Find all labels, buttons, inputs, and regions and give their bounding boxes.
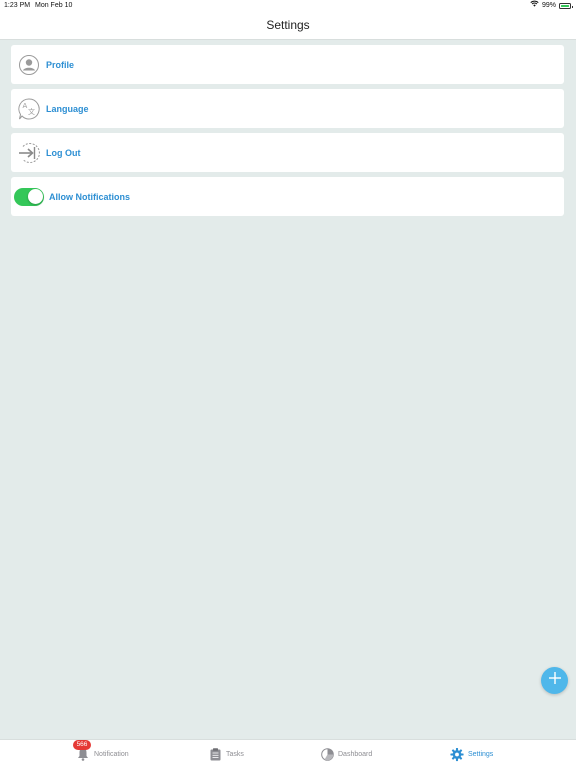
logout-label: Log Out	[46, 147, 81, 158]
profile-icon	[17, 53, 41, 77]
tab-dashboard[interactable]: Dashboard	[320, 740, 372, 768]
language-icon: A 文	[17, 97, 41, 121]
tab-settings[interactable]: Settings	[450, 740, 493, 768]
toggle-knob	[27, 189, 43, 204]
tab-bar: 566 Notification Tasks Dashboard Setting…	[0, 739, 576, 768]
settings-list: Profile A 文 Language Log Out Allow Notif…	[11, 45, 564, 221]
notification-badge: 566	[73, 740, 91, 750]
page-title: Settings	[266, 18, 310, 32]
logout-row[interactable]: Log Out	[11, 133, 564, 172]
svg-text:A: A	[23, 102, 28, 110]
notifications-toggle[interactable]	[14, 187, 44, 206]
tab-notification[interactable]: 566 Notification	[73, 740, 129, 768]
status-time: 1:23 PM	[4, 2, 31, 9]
tab-notification-label: Notification	[94, 750, 129, 758]
notifications-row: Allow Notifications	[11, 177, 564, 216]
language-row[interactable]: A 文 Language	[11, 89, 564, 128]
wifi-icon	[530, 0, 539, 12]
bell-icon: 566	[73, 740, 91, 761]
status-date: Mon Feb 10	[35, 2, 73, 9]
tab-dashboard-label: Dashboard	[338, 750, 373, 758]
profile-row[interactable]: Profile	[11, 45, 564, 84]
tab-settings-label: Settings	[468, 750, 494, 758]
pie-chart-icon	[320, 747, 334, 761]
logout-icon	[17, 141, 41, 165]
language-label: Language	[46, 103, 89, 114]
tab-tasks-label: Tasks	[226, 750, 244, 758]
battery-icon	[559, 3, 573, 9]
status-bar: 1:23 PM Mon Feb 10 99%	[0, 0, 576, 12]
clipboard-icon	[208, 747, 222, 761]
profile-label: Profile	[46, 59, 75, 70]
add-button[interactable]	[541, 667, 568, 694]
battery-fill	[561, 5, 569, 7]
battery-percent: 99%	[541, 2, 556, 9]
svg-text:文: 文	[28, 107, 35, 116]
plus-icon	[548, 671, 562, 690]
nav-bar: Settings	[0, 12, 576, 40]
notifications-label: Allow Notifications	[49, 191, 130, 202]
gear-icon	[450, 747, 464, 761]
tab-tasks[interactable]: Tasks	[208, 740, 244, 768]
status-right: 99%	[530, 0, 573, 12]
